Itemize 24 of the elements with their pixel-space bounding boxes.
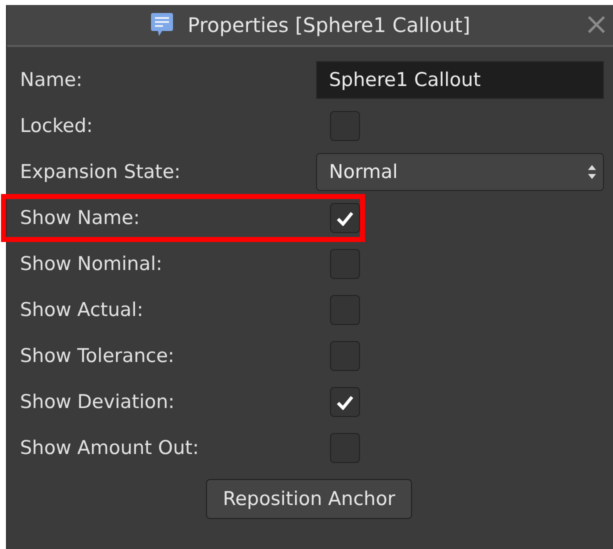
checkmark-icon	[336, 394, 354, 410]
property-label: Show Name:	[19, 207, 141, 229]
property-label: Locked:	[19, 115, 94, 137]
property-label: Show Deviation:	[19, 391, 176, 413]
checkbox[interactable]	[330, 295, 360, 325]
property-label: Show Amount Out:	[19, 437, 200, 459]
checkbox[interactable]	[330, 433, 360, 463]
window-title: Properties [Sphere1 Callout]	[188, 13, 470, 37]
property-label: Name:	[19, 69, 84, 91]
checkmark-icon	[336, 210, 354, 226]
reposition-anchor-button[interactable]: Reposition Anchor	[206, 479, 412, 519]
name-field[interactable]: Sphere1 Callout	[316, 61, 604, 99]
expansion-state-dropdown[interactable]: Normal	[316, 153, 604, 191]
checkbox[interactable]	[330, 203, 360, 233]
checkbox[interactable]	[330, 387, 360, 417]
property-label: Show Nominal:	[19, 253, 164, 275]
checkbox[interactable]	[330, 111, 360, 141]
speech-bubble-icon	[150, 12, 174, 38]
property-label: Expansion State:	[19, 161, 182, 183]
checkbox[interactable]	[330, 249, 360, 279]
property-label: Show Actual:	[19, 299, 144, 321]
up-down-caret-icon	[587, 164, 597, 180]
checkbox[interactable]	[330, 341, 360, 371]
property-label: Show Tolerance:	[19, 345, 176, 367]
